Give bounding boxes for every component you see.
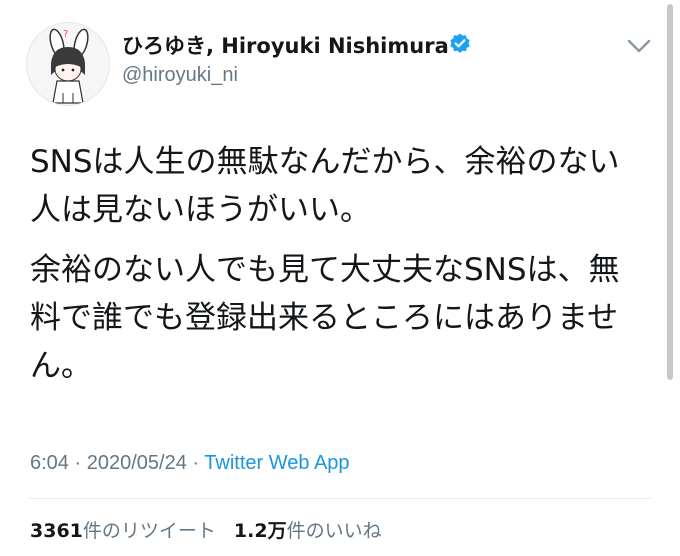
avatar[interactable]: ? — [26, 22, 110, 106]
divider — [28, 498, 652, 499]
avatar-illustration: ? — [27, 23, 109, 105]
tweet-metadata: 6:04 · 2020/05/24 · Twitter Web App — [30, 452, 350, 475]
tweet-paragraph: SNSは人生の無駄なんだから、余裕のない人は見ないほうがいい。 — [30, 144, 620, 228]
user-handle[interactable]: @hiroyuki_ni — [122, 64, 238, 87]
retweet-count: 3361 — [30, 520, 83, 542]
like-label: 件のいいね — [286, 520, 382, 542]
scrollbar[interactable] — [667, 4, 673, 380]
verified-badge-icon — [450, 33, 470, 53]
like-count: 1.2万 — [233, 520, 287, 542]
like-stat[interactable]: 1.2万件のいいね — [234, 520, 382, 542]
tweet-text: SNSは人生の無駄なんだから、余裕のない人は見ないほうがいい。 余裕のない人でも… — [30, 138, 650, 402]
tweet-source-link[interactable]: Twitter Web App — [204, 452, 349, 474]
display-name[interactable]: ひろゆき, Hiroyuki Nishimura — [122, 30, 449, 60]
tweet-date[interactable]: 2020/05/24 — [87, 452, 187, 474]
tweet-paragraph: 余裕のない人でも見て大丈夫なSNSは、無料で誰でも登録出来るところにはありません… — [30, 252, 620, 384]
retweet-label: 件のリツイート — [82, 520, 216, 542]
tweet-stats: 3361件のリツイート 1.2万件のいいね — [30, 516, 382, 543]
meta-separator: · — [192, 452, 200, 474]
tweet-card: ? ひろゆき, Hiroyuki Nishimura @hiroyuki_ni … — [0, 0, 680, 556]
meta-separator: · — [74, 452, 82, 474]
tweet-time[interactable]: 6:04 — [30, 452, 69, 474]
retweet-stat[interactable]: 3361件のリツイート — [30, 520, 216, 542]
chevron-down-icon[interactable] — [626, 38, 652, 54]
svg-text:?: ? — [63, 29, 68, 40]
